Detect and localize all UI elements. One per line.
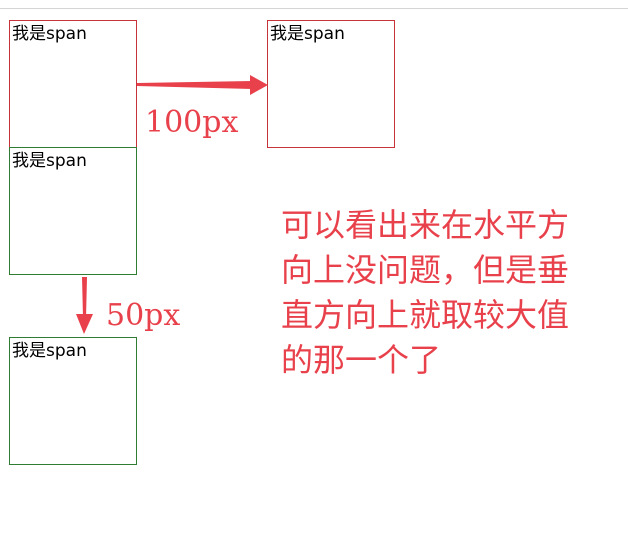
span-box-bottom-left: 我是span bbox=[9, 337, 137, 465]
arrow-right-icon bbox=[137, 75, 268, 95]
span-box-label: 我是span bbox=[12, 24, 87, 44]
top-divider bbox=[0, 8, 628, 9]
span-box-label: 我是span bbox=[12, 341, 87, 361]
arrow-down-icon bbox=[76, 277, 93, 334]
span-box-label: 我是span bbox=[12, 151, 87, 171]
note-line: 的那一个了 bbox=[281, 341, 442, 379]
span-box-label: 我是span bbox=[270, 24, 345, 44]
explanation-note: 可以看出来在水平方 向上没问题，但是垂 直方向上就取较大值 的那一个了 bbox=[281, 203, 621, 383]
span-box-top-right: 我是span bbox=[267, 20, 395, 148]
vertical-gap-label: 50px bbox=[106, 298, 181, 333]
span-box-top-left: 我是span bbox=[9, 20, 137, 148]
note-line: 向上没问题，但是垂 bbox=[281, 251, 570, 289]
note-line: 可以看出来在水平方 bbox=[281, 206, 570, 244]
horizontal-gap-label: 100px bbox=[145, 105, 239, 140]
span-box-middle-left: 我是span bbox=[9, 147, 137, 275]
note-line: 直方向上就取较大值 bbox=[281, 296, 570, 334]
